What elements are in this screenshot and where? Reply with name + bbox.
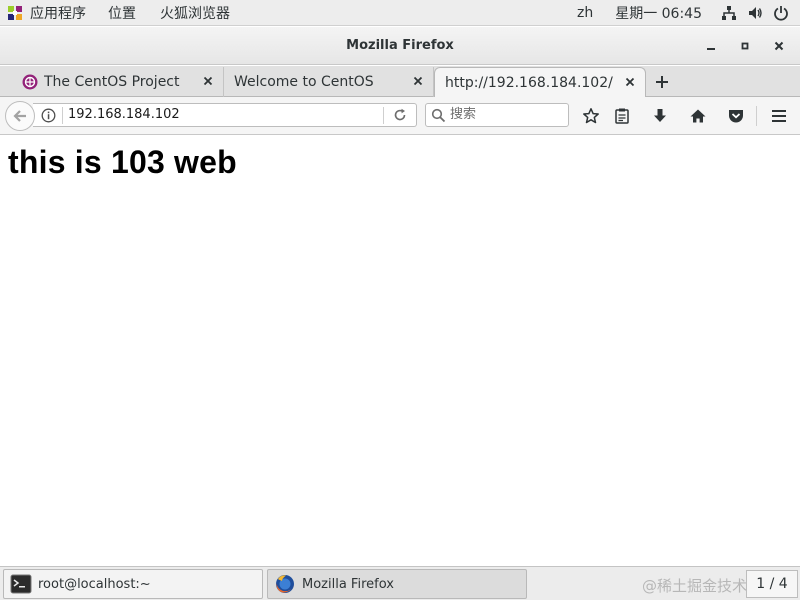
bookmark-star-button[interactable] [579,104,603,128]
network-icon[interactable] [716,0,742,26]
search-bar[interactable]: 搜索 [425,103,569,127]
url-bar[interactable]: 192.168.184.102 [33,103,417,127]
back-arrow-icon [13,110,26,122]
tab-close-button[interactable] [411,74,425,88]
search-placeholder: 搜索 [450,107,477,122]
hamburger-menu-icon [772,110,786,122]
power-icon[interactable] [768,0,794,26]
maximize-button[interactable] [728,32,762,60]
tab-centos-project[interactable]: The CentOS Project [12,67,224,97]
toolbar-divider [756,106,757,126]
close-icon [203,76,213,86]
navigation-toolbar: 192.168.184.102 搜索 [0,97,800,135]
input-method-label: zh [576,5,594,21]
minimize-icon [707,48,715,50]
taskbar-item-terminal[interactable]: root@localhost:~ [3,569,263,599]
input-method-indicator[interactable]: zh [569,0,607,26]
page-heading: this is 103 web [8,144,237,180]
download-button[interactable] [648,104,672,128]
tab-close-button[interactable] [623,75,637,89]
taskbar-item-firefox[interactable]: Mozilla Firefox [267,569,527,599]
close-icon [625,77,635,87]
tab-label: The CentOS Project [44,74,180,90]
centos-favicon-icon [22,74,38,90]
close-icon [413,76,423,86]
clock-label: 星期一 06:45 [615,6,702,22]
volume-icon[interactable] [742,0,768,26]
bookmark-star-icon [583,108,599,124]
pocket-icon [729,110,743,123]
tab-welcome-centos[interactable]: Welcome to CentOS [224,67,434,97]
workspace-switcher[interactable]: 1 / 4 [746,570,798,598]
taskbar-item-label: Mozilla Firefox [302,576,394,592]
window-titlebar[interactable]: Mozilla Firefox [0,27,800,65]
workspace-indicator: 1 / 4 [756,576,788,592]
tab-label: Welcome to CentOS [234,74,374,90]
clock[interactable]: 星期一 06:45 [607,0,716,26]
places-menu[interactable]: 位置 [94,0,144,26]
home-icon [690,109,706,123]
close-icon [774,41,784,51]
tab-label: http://192.168.184.102/ [445,75,613,91]
taskbar-item-label: root@localhost:~ [38,576,151,592]
terminal-icon [10,574,32,594]
plus-icon [656,76,668,88]
back-button[interactable] [5,101,35,131]
applications-menu[interactable]: 应用程序 [0,0,94,26]
open-menu-button[interactable] [767,104,791,128]
window-list-taskbar: root@localhost:~ Mozilla Firefox @稀土掘金技术… [0,566,800,600]
gnome-top-bar: 应用程序 位置 火狐浏览器 zh 星期一 06:45 [0,0,800,26]
search-icon [431,108,446,123]
tab-strip: The CentOS Project Welcome to CentOS htt… [0,66,800,98]
places-label: 位置 [108,5,136,22]
window-title: Mozilla Firefox [346,38,454,53]
reading-list-button[interactable] [610,104,634,128]
reload-icon[interactable] [392,107,408,123]
active-app-menu[interactable]: 火狐浏览器 [144,0,238,26]
home-button[interactable] [686,104,710,128]
page-content: this is 103 web [0,136,800,566]
applications-label: 应用程序 [30,5,86,22]
tab-current-page[interactable]: http://192.168.184.102/ [434,67,646,98]
minimize-button[interactable] [694,32,728,60]
url-separator [383,107,384,124]
url-separator [62,107,63,124]
close-window-button[interactable] [762,32,796,60]
firefox-icon [276,575,294,593]
url-text[interactable]: 192.168.184.102 [68,104,180,126]
reading-list-icon [615,108,629,124]
active-app-label: 火狐浏览器 [160,5,230,22]
maximize-icon [741,42,749,50]
tab-close-button[interactable] [201,74,215,88]
pocket-button[interactable] [724,104,748,128]
info-icon[interactable] [41,108,56,123]
new-tab-button[interactable] [650,70,674,94]
download-icon [654,109,666,122]
centos-logo-icon [8,5,22,20]
